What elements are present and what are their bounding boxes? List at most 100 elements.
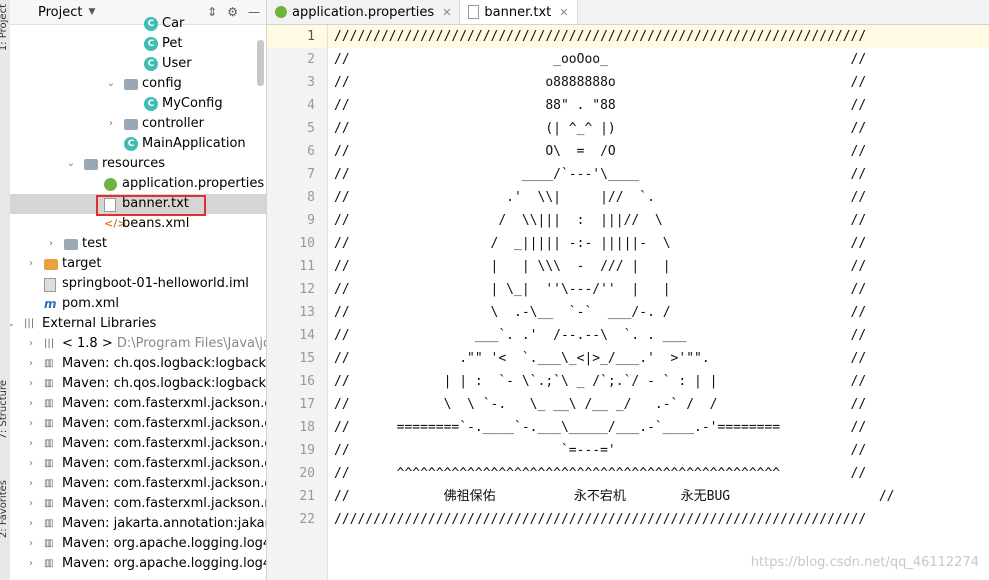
tree-item-label: Car (162, 16, 185, 31)
chevron-right-icon[interactable]: › (26, 534, 36, 554)
chevron-right-icon[interactable]: › (26, 434, 36, 454)
tree-item[interactable]: C User (10, 54, 266, 74)
tab-banner-txt[interactable]: banner.txt ✕ (460, 0, 578, 24)
project-tool-tab[interactable]: 1: Project (0, 4, 9, 51)
code-line[interactable]: // ^^^^^^^^^^^^^^^^^^^^^^^^^^^^^^^^^^^^^… (328, 462, 989, 485)
tree-item[interactable]: › ▥ Maven: ch.qos.logback:logback-co (10, 374, 266, 394)
code-line[interactable]: // _ooOoo_ // (328, 48, 989, 71)
code-line[interactable]: // 佛祖保佑 永不宕机 永无BUG // (328, 485, 989, 508)
tree-item[interactable]: › ▥ Maven: com.fasterxml.jackson.data (10, 474, 266, 494)
project-tree: C Car C Pet C User ⌄ config C MyConfig › controller… (10, 14, 266, 574)
code-line[interactable]: // 88" . "88 // (328, 94, 989, 117)
tree-item[interactable]: springboot-01-helloworld.iml (10, 274, 266, 294)
tree-item[interactable]: ⌄ config (10, 74, 266, 94)
close-icon[interactable]: ✕ (559, 6, 568, 19)
code-line[interactable]: // .' \\| |// `. // (328, 186, 989, 209)
tab-label: banner.txt (484, 4, 552, 20)
tree-item-label: Maven: com.fasterxml.jackson.data (62, 476, 266, 491)
code-line[interactable]: // ___`. .' /--.--\ `. . ___ // (328, 324, 989, 347)
structure-tool-tab[interactable]: 7: Structure (0, 380, 9, 439)
tree-item[interactable]: ⌄ resources (10, 154, 266, 174)
line-number: 13 (299, 305, 315, 320)
tree-item[interactable]: › ▥ Maven: com.fasterxml.jackson.data (10, 454, 266, 474)
folder-icon (124, 119, 138, 130)
chevron-right-icon[interactable]: › (26, 494, 36, 514)
tree-item[interactable]: › ▥ Maven: org.apache.logging.log4j:lo (10, 554, 266, 574)
project-scrollbar[interactable] (257, 40, 264, 86)
chevron-right-icon[interactable]: › (26, 354, 36, 374)
chevron-right-icon[interactable]: › (26, 334, 36, 354)
tree-item[interactable]: › ▥ Maven: ch.qos.logback:logback-cla (10, 354, 266, 374)
code-line[interactable]: // \ .-\__ `-` ___/-. / // (328, 301, 989, 324)
library-icon: ▥ (44, 378, 53, 389)
chevron-right-icon[interactable]: › (106, 114, 116, 134)
tree-item-label: < 1.8 > D:\Program Files\Java\jdk1 (62, 334, 266, 354)
tree-item[interactable]: › test (10, 234, 266, 254)
chevron-right-icon[interactable]: › (26, 454, 36, 474)
chevron-right-icon[interactable]: › (26, 554, 36, 574)
tree-item[interactable]: m pom.xml (10, 294, 266, 314)
code-line[interactable]: // / \\||| : |||// \ // (328, 209, 989, 232)
favorites-tool-tab[interactable]: 2: Favorites (0, 480, 9, 538)
tree-item[interactable]: › ▥ Maven: com.fasterxml.jackson.core (10, 394, 266, 414)
tree-item[interactable]: ⌄ ||| External Libraries (10, 314, 266, 334)
library-icon: ▥ (44, 458, 53, 469)
code-line[interactable]: ////////////////////////////////////////… (328, 25, 989, 48)
chevron-right-icon[interactable]: › (26, 394, 36, 414)
tree-item[interactable]: › ▥ Maven: jakarta.annotation:jakarta.a (10, 514, 266, 534)
tree-item[interactable]: › ▥ Maven: com.fasterxml.jackson.core (10, 434, 266, 454)
code-line[interactable]: // (| ^_^ |) // (328, 117, 989, 140)
code-line[interactable]: // O\ = /O // (328, 140, 989, 163)
chevron-right-icon[interactable]: › (26, 514, 36, 534)
code-line[interactable]: // | | : `- \`.;`\ _ /`;.`/ - ` : | | // (328, 370, 989, 393)
line-number: 8 (307, 190, 315, 205)
tree-item-label: springboot-01-helloworld.iml (62, 276, 249, 291)
tree-item[interactable]: › ||| < 1.8 > D:\Program Files\Java\jdk1 (10, 334, 266, 354)
chevron-right-icon[interactable]: › (26, 254, 36, 274)
code-line[interactable]: ////////////////////////////////////////… (328, 508, 989, 531)
line-number: 16 (299, 374, 315, 389)
tree-item[interactable]: C Pet (10, 34, 266, 54)
chevron-right-icon[interactable]: › (26, 414, 36, 434)
code-line[interactable]: // `=---=' // (328, 439, 989, 462)
tree-item[interactable]: C Car (10, 14, 266, 34)
tree-item-label: MyConfig (162, 96, 223, 111)
java-class-icon: C (144, 57, 158, 71)
chevron-down-icon[interactable]: ⌄ (10, 314, 16, 334)
tree-item[interactable]: › controller (10, 114, 266, 134)
tab-application-properties[interactable]: application.properties ✕ (267, 0, 461, 24)
tree-item-label: Maven: com.fasterxml.jackson.data (62, 456, 266, 471)
code-line[interactable]: // o8888888o // (328, 71, 989, 94)
chevron-right-icon[interactable]: › (46, 234, 56, 254)
tree-item-label: Maven: org.apache.logging.log4j:lo (62, 556, 266, 571)
tree-item[interactable]: › target (10, 254, 266, 274)
code-line[interactable]: // ."" '< `.___\_<|>_/___.' >'"". // (328, 347, 989, 370)
chevron-down-icon[interactable]: ⌄ (106, 74, 116, 94)
tree-item[interactable]: › ▥ Maven: com.fasterxml.jackson.core (10, 414, 266, 434)
code-line[interactable]: // ____/`---'\____ // (328, 163, 989, 186)
tree-item[interactable]: C MyConfig (10, 94, 266, 114)
code-line[interactable]: // \ \ `-. \_ __\ /__ _/ .-` / / // (328, 393, 989, 416)
sdk-path: D:\Program Files\Java\jdk1 (116, 336, 266, 351)
code-line[interactable]: // / _||||| -:- |||||- \ // (328, 232, 989, 255)
library-icon: ▥ (44, 538, 53, 549)
library-icon: ▥ (44, 418, 53, 429)
tree-item[interactable]: C MainApplication (10, 134, 266, 154)
tree-item[interactable]: › ▥ Maven: com.fasterxml.jackson.mod (10, 494, 266, 514)
tree-item[interactable]: </> beans.xml (10, 214, 266, 234)
code-line[interactable]: // ========`-.____`-.___\_____/___.-`___… (328, 416, 989, 439)
library-icon: ▥ (44, 498, 53, 509)
library-icon: ▥ (44, 438, 53, 449)
tree-item[interactable]: application.properties (10, 174, 266, 194)
chevron-right-icon[interactable]: › (26, 374, 36, 394)
project-panel: Project ▼ ⇕ ⚙ — C Car C Pet C User ⌄ config C MyC… (10, 0, 267, 580)
editor-tabs: application.properties ✕ banner.txt ✕ (267, 0, 989, 25)
tree-item[interactable]: › ▥ Maven: org.apache.logging.log4j:lo (10, 534, 266, 554)
chevron-down-icon[interactable]: ⌄ (66, 154, 76, 174)
code-line[interactable]: // | | \\\ - /// | | // (328, 255, 989, 278)
text-editor[interactable]: ////////////////////////////////////////… (328, 25, 989, 580)
code-line[interactable]: // | \_| ''\---/'' | | // (328, 278, 989, 301)
chevron-right-icon[interactable]: › (26, 474, 36, 494)
close-icon[interactable]: ✕ (442, 6, 451, 19)
watermark: https://blog.csdn.net/qq_46112274 (750, 555, 979, 570)
